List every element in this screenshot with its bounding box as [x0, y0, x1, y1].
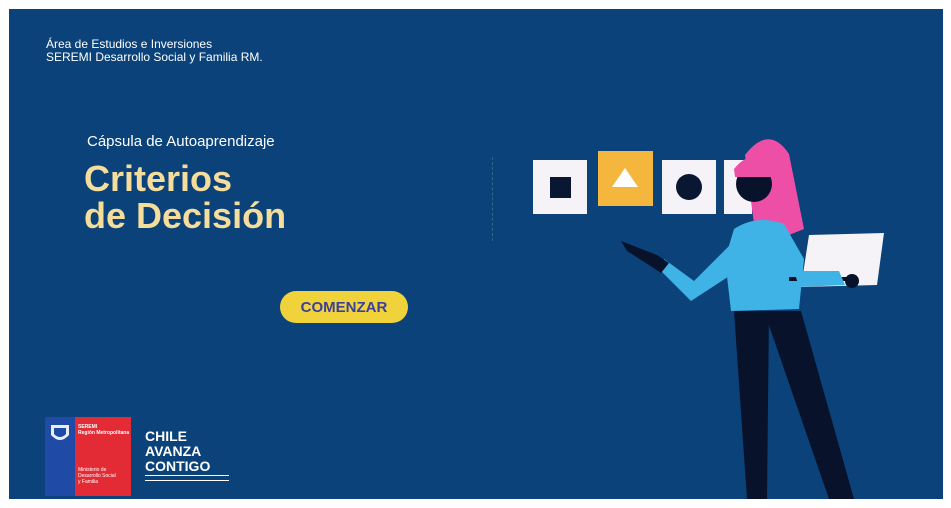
- triangle-tile-icon: [598, 151, 653, 206]
- slogan-line-1: CHILE: [145, 428, 187, 444]
- slogan-line-2: AVANZA: [145, 443, 202, 459]
- illustration: [533, 139, 884, 499]
- slogan-underline: [145, 475, 229, 481]
- chile-avanza-contigo-logo: CHILE AVANZA CONTIGO: [145, 429, 210, 474]
- seremi-logo: SEREMI Región Metropolitana Ministerio d…: [45, 417, 131, 496]
- circle-tile-icon: [662, 160, 716, 214]
- slide: Área de Estudios e Inversiones SEREMI De…: [9, 9, 943, 499]
- woman-figure: [621, 139, 884, 499]
- logo-region-text: Región Metropolitana: [78, 430, 130, 436]
- slogan-line-3: CONTIGO: [145, 458, 211, 474]
- coat-of-arms-icon: [51, 425, 69, 440]
- logo-ministry-line-3: y Familia: [78, 479, 99, 485]
- square-tile-icon: [533, 160, 587, 214]
